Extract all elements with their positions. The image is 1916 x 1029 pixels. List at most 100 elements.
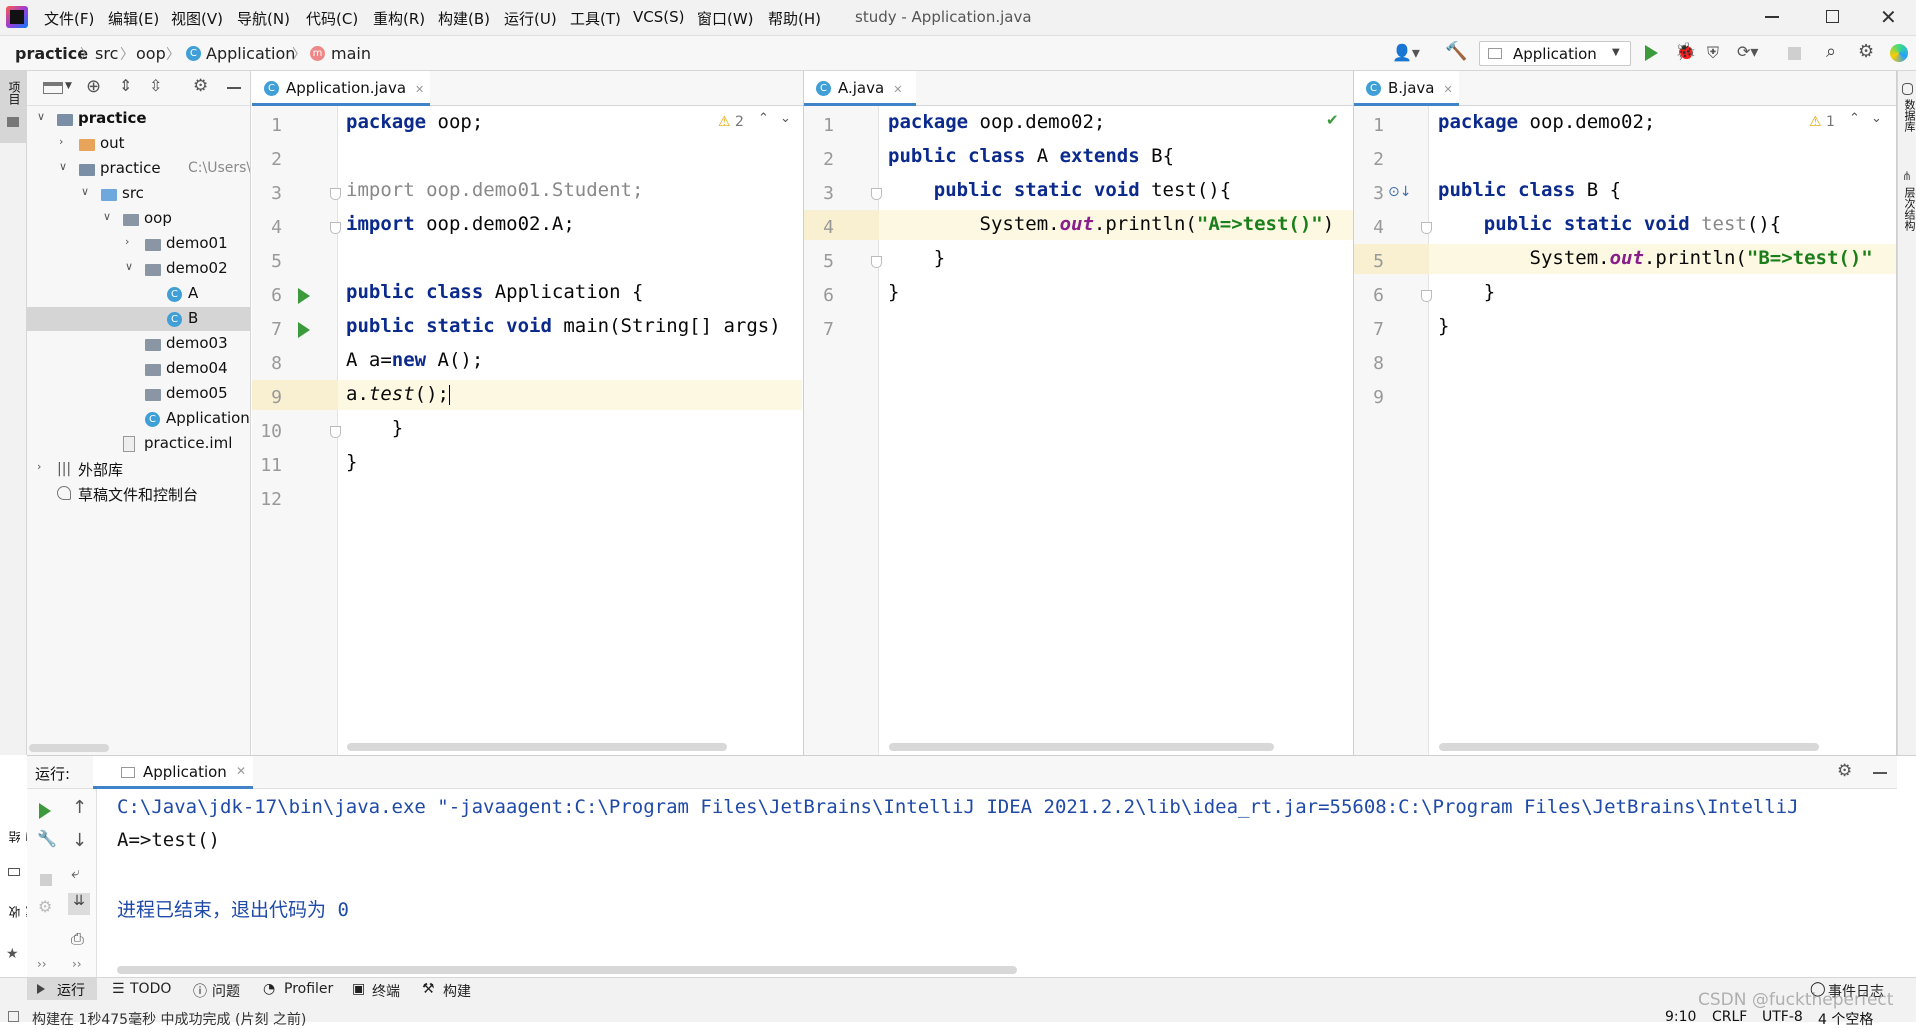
tree-item-practice-iml[interactable]: practice.iml [144, 434, 232, 452]
fold-marker-icon[interactable] [330, 188, 341, 200]
stop-icon[interactable] [40, 874, 52, 886]
warning-icon[interactable]: ⚠ [1809, 114, 1822, 130]
code-line[interactable]: import oop.demo01.Student; [346, 179, 643, 201]
user-icon[interactable]: 👤▾ [1392, 43, 1420, 62]
locate-icon[interactable]: ⊕ [86, 76, 101, 97]
more-icon[interactable]: ›› [37, 957, 47, 971]
code-line[interactable]: public class Application { [346, 281, 643, 303]
hide-panel-icon[interactable] [1873, 772, 1887, 774]
collapse-all-icon[interactable]: ⇳ [149, 76, 162, 95]
code-line[interactable]: public class B { [1438, 179, 1621, 201]
close-tab-icon[interactable]: ✕ [1444, 83, 1453, 96]
tree-item-out[interactable]: out [100, 134, 125, 152]
menu-item[interactable]: 运行(U) [504, 8, 557, 29]
close-tab-icon[interactable]: ✕ [893, 83, 902, 96]
minimize-button[interactable] [1765, 16, 1779, 18]
view-selector-icon[interactable] [43, 82, 63, 94]
code-line[interactable]: System.out.println("B=>test()" [1438, 247, 1873, 269]
tree-item-demo01[interactable]: demo01 [166, 234, 228, 252]
stop-icon[interactable] [1788, 47, 1801, 60]
breadcrumb-project[interactable]: practice [15, 44, 88, 63]
build-hammer-icon[interactable]: 🔨 [1445, 41, 1467, 62]
tree-item-src[interactable]: src [122, 184, 144, 202]
more-icon[interactable]: ›› [72, 957, 82, 971]
breadcrumb-oop[interactable]: oop [136, 44, 166, 63]
chevron-down-icon[interactable]: ∨ [37, 110, 45, 123]
menu-item[interactable]: 工具(T) [570, 8, 621, 29]
menu-item[interactable]: 代码(C) [306, 8, 358, 29]
next-highlight-icon[interactable]: ⌄ [780, 111, 791, 126]
code-line[interactable]: } [1438, 315, 1449, 337]
previous-highlight-icon[interactable]: ⌃ [758, 111, 769, 126]
fold-marker-icon[interactable] [871, 256, 882, 268]
scroll-to-end-icon[interactable]: ⇊ [68, 893, 90, 915]
chevron-right-icon[interactable]: › [125, 235, 129, 248]
fold-marker-icon[interactable] [871, 188, 882, 200]
code-line[interactable]: } [888, 281, 899, 303]
print-icon[interactable]: ⎙ [71, 929, 84, 949]
chevron-down-icon[interactable]: ∨ [81, 185, 89, 198]
bottom-tab-terminal[interactable]: 终端 [372, 981, 400, 1001]
up-arrow-icon[interactable]: ↑ [72, 797, 87, 818]
menu-item[interactable]: 窗口(W) [697, 8, 754, 29]
run-config-select[interactable]: Application ▼ [1479, 41, 1631, 66]
wrench-icon[interactable]: 🔧 [37, 829, 57, 848]
menu-item[interactable]: 帮助(H) [768, 8, 821, 29]
tree-item-practice[interactable]: practice [78, 109, 147, 127]
horizontal-scrollbar[interactable] [117, 966, 1017, 974]
no-problems-check-icon[interactable]: ✔ [1326, 111, 1339, 129]
menu-item[interactable]: 导航(N) [237, 8, 290, 29]
indent-setting[interactable]: 4 个空格 [1818, 1009, 1873, 1029]
bottom-tab-profiler[interactable]: Profiler [284, 981, 333, 997]
bottom-tab-problems[interactable]: 问题 [212, 981, 240, 1001]
tree-item--[interactable]: 草稿文件和控制台 [78, 484, 198, 505]
code-line[interactable]: package oop.demo02; [1438, 111, 1655, 133]
tree-item-oop[interactable]: oop [144, 209, 172, 227]
debug-icon[interactable]: 🐞 [1675, 42, 1696, 62]
code-line[interactable]: } [1438, 281, 1495, 303]
run-tab-application[interactable]: Application ✕ [93, 756, 253, 789]
close-tab-icon[interactable]: ✕ [415, 83, 424, 96]
hide-panel-icon[interactable] [227, 87, 241, 89]
fold-marker-icon[interactable] [1421, 222, 1432, 234]
run-icon[interactable] [1645, 45, 1658, 61]
code-line[interactable]: System.out.println("A=>test()") [888, 213, 1335, 235]
chevron-down-icon[interactable]: ▼ [65, 81, 72, 91]
previous-highlight-icon[interactable]: ⌃ [1849, 111, 1860, 126]
code-line[interactable]: public class A extends B{ [888, 145, 1174, 167]
menu-item[interactable]: 重构(R) [373, 8, 425, 29]
breadcrumb-main[interactable]: main [331, 44, 371, 63]
warning-icon[interactable]: ⚠ [718, 114, 731, 130]
code-line[interactable]: a.test(); [346, 383, 451, 405]
status-checkbox-icon[interactable] [8, 1011, 19, 1022]
tree-item-a[interactable]: A [188, 284, 198, 302]
code-line[interactable]: public static void main(String[] args) [346, 315, 781, 337]
line-ending[interactable]: CRLF [1712, 1009, 1747, 1025]
run-gutter-icon[interactable] [298, 288, 310, 304]
settings-gear-icon[interactable]: ⚙ [1858, 41, 1874, 62]
code-line[interactable]: A a=new A(); [346, 349, 483, 371]
implemented-marker-icon[interactable]: ⊙↓ [1388, 184, 1411, 200]
hierarchy-tool-label[interactable]: 层次结构 [1901, 187, 1916, 231]
chevron-down-icon[interactable]: ∨ [125, 260, 133, 273]
code-line[interactable]: } [888, 247, 945, 269]
restore-layout-icon[interactable]: ⚙ [38, 897, 52, 916]
editor-tab[interactable]: C A.java ✕ [804, 71, 916, 106]
bottom-tab-todo[interactable]: TODO [130, 981, 171, 997]
menu-item[interactable]: 视图(V) [171, 8, 223, 29]
close-window-button[interactable]: ✕ [1880, 5, 1897, 29]
code-line[interactable]: } [346, 417, 403, 439]
expand-all-icon[interactable]: ⇕ [119, 76, 132, 95]
tree-item-b[interactable]: B [188, 309, 198, 327]
code-line[interactable]: package oop; [346, 111, 483, 133]
next-highlight-icon[interactable]: ⌄ [1871, 111, 1882, 126]
horizontal-scrollbar[interactable] [889, 743, 1274, 751]
tree-item-practice[interactable]: practice [100, 159, 161, 177]
menu-item[interactable]: 编辑(E) [108, 8, 159, 29]
horizontal-scrollbar[interactable] [347, 743, 727, 751]
file-encoding[interactable]: UTF-8 [1762, 1009, 1803, 1025]
code-line[interactable]: } [346, 451, 357, 473]
menu-item[interactable]: 文件(F) [44, 8, 94, 29]
bottom-tab-build[interactable]: 构建 [443, 981, 471, 1001]
editor-tab[interactable]: C B.java ✕ [1354, 71, 1459, 106]
